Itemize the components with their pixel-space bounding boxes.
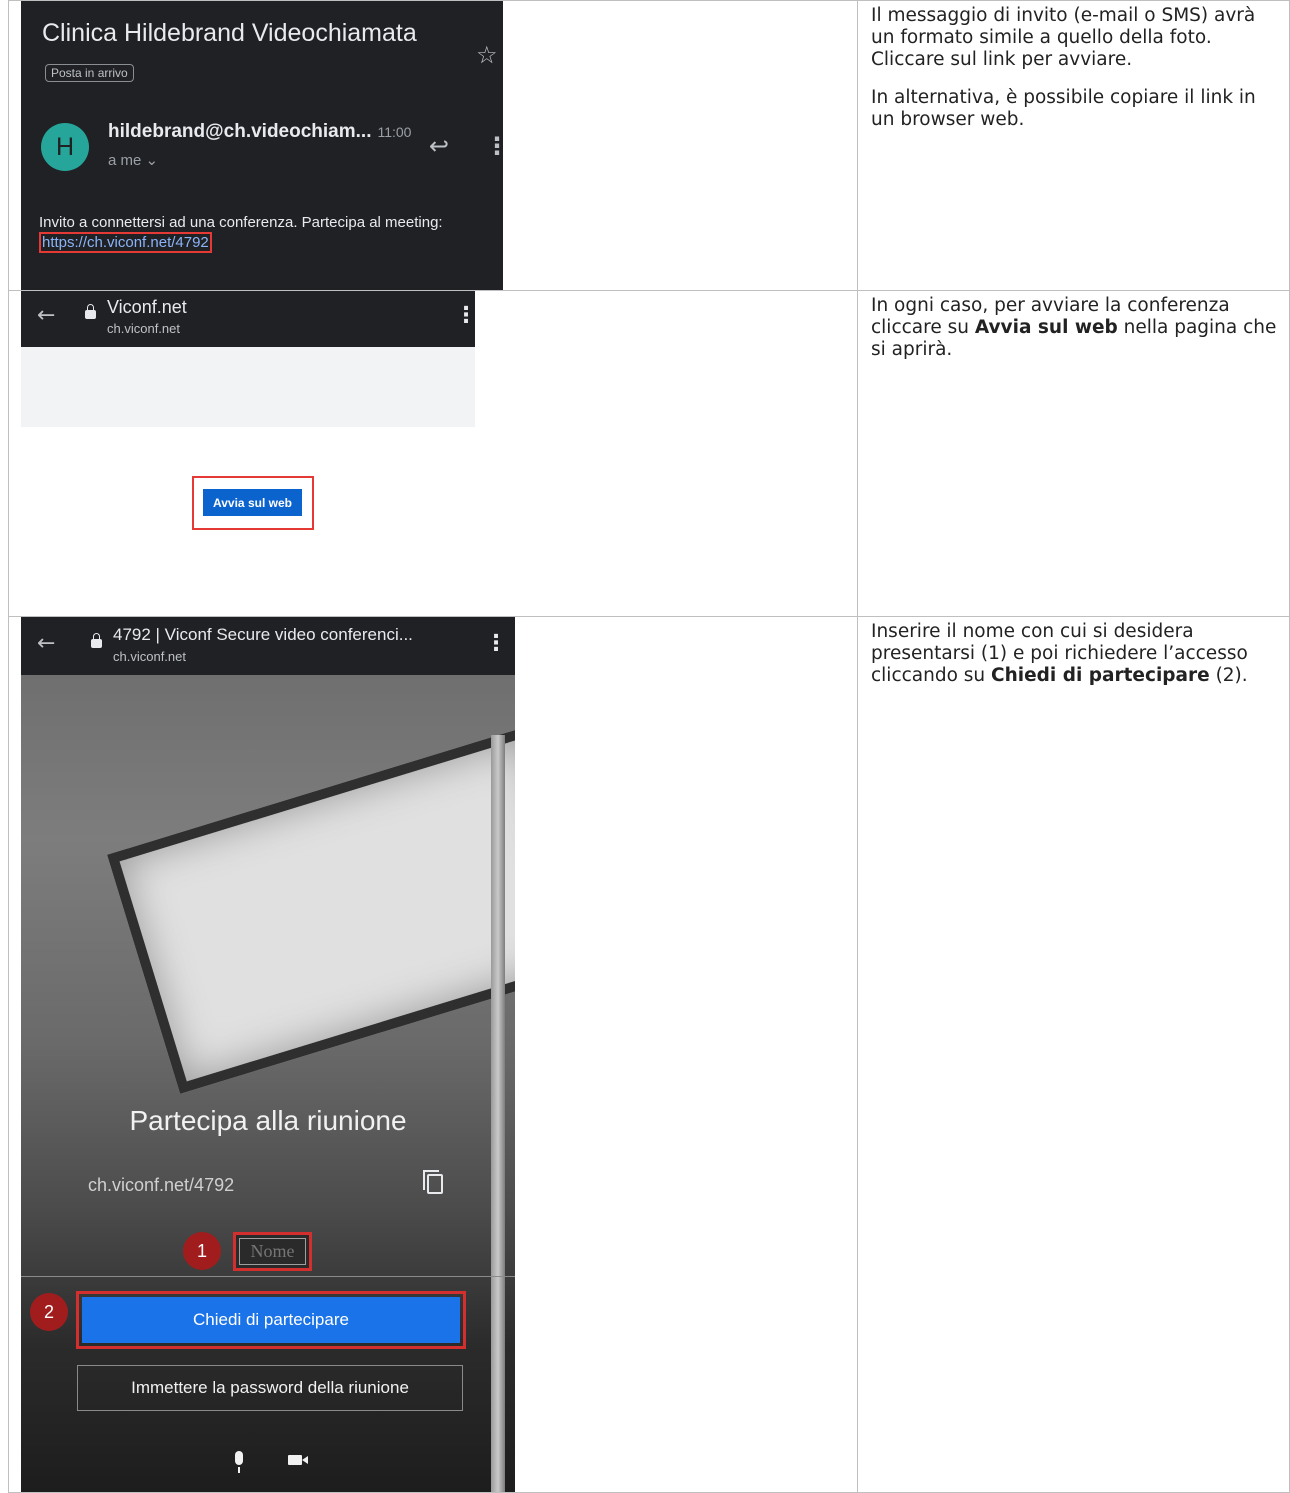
more-options-icon[interactable]: ⋮ [455,303,477,328]
lock-icon [85,304,96,319]
lock-icon [91,633,102,648]
email-body: Invito a connettersi ad una conferenza. … [39,214,443,231]
back-arrow-icon[interactable]: ← [37,631,55,656]
reply-icon[interactable]: ↩ [429,132,449,160]
name-input[interactable] [239,1238,306,1265]
instruction-bold: Chiedi di partecipare [991,665,1210,686]
screenshot-cell: ← 4792 | Viconf Secure video conferenci.… [8,616,858,1493]
join-heading: Partecipa alla riunione [129,1105,407,1136]
divider [21,1276,515,1277]
enter-password-button[interactable]: Immettere la password della riunione [77,1365,463,1411]
recipient-line[interactable]: a me ⌄ [108,151,158,169]
camera-icon[interactable] [288,1455,308,1465]
microphone-icon[interactable] [235,1451,243,1473]
page-url: ch.viconf.net [107,321,180,336]
instruction-cell: Inserire il nome con cui si desidera pre… [857,616,1290,1493]
camera-scene-panel [107,726,515,1094]
sender-address: hildebrand@ch.videochiam... [108,121,372,142]
step-badge: 1 [183,1232,221,1270]
instruction-text: Inserire il nome con cui si desidera pre… [858,621,1289,687]
meeting-screenshot: ← 4792 | Viconf Secure video conferenci.… [9,617,857,1492]
instruction-text-part: (2). [1209,665,1248,686]
instruction-cell: In ogni caso, per avviare la conferenza … [857,290,1290,617]
instruction-text: In ogni caso, per avviare la conferenza … [858,295,1289,361]
page-url: ch.viconf.net [113,649,186,664]
email-time: 11:00 [377,124,412,140]
browser-bar: ← Viconf.net ch.viconf.net ⋮ [21,291,477,347]
instruction-text: Il messaggio di invito (e-mail o SMS) av… [871,5,1256,70]
email-screenshot: Clinica Hildebrand Videochiamata ☆ Posta… [21,1,503,290]
instruction-text: In alternativa, è possibile copiare il l… [871,87,1256,130]
sender-line: hildebrand@ch.videochiam... 11:00 [108,121,411,143]
recipient-label: a me [108,152,142,169]
instruction-table: Clinica Hildebrand Videochiamata ☆ Posta… [8,0,1290,1493]
back-arrow-icon[interactable]: ← [37,303,55,328]
highlight-frame [233,1232,312,1271]
start-web-button[interactable]: Avvia sul web [203,489,302,516]
copy-icon[interactable] [423,1170,443,1194]
chevron-down-icon: ⌄ [145,152,159,169]
star-icon[interactable]: ☆ [476,41,498,69]
highlight-frame: Chiedi di partecipare [76,1291,466,1349]
email-subject: Clinica Hildebrand Videochiamata [42,19,417,47]
highlight-frame: Avvia sul web [192,476,314,530]
screenshot-cell: Clinica Hildebrand Videochiamata ☆ Posta… [8,0,858,291]
meeting-url: ch.viconf.net/4792 [88,1175,235,1195]
meeting-view: ← 4792 | Viconf Secure video conferenci.… [21,617,515,1492]
page-title: 4792 | Viconf Secure video conferenci... [113,625,413,644]
page-title: Viconf.net [107,297,187,317]
more-options-icon[interactable]: ⋮ [485,631,507,656]
landing-screenshot: ← Viconf.net ch.viconf.net ⋮ Avvia sul w… [9,291,857,616]
meeting-link[interactable]: https://ch.viconf.net/4792 [39,232,212,253]
more-options-icon[interactable]: ⋮ [485,132,503,160]
page-header-area [21,347,475,427]
browser-bar: ← 4792 | Viconf Secure video conferenci.… [21,617,515,675]
table-row: ← Viconf.net ch.viconf.net ⋮ Avvia sul w… [8,290,1290,617]
table-row: Clinica Hildebrand Videochiamata ☆ Posta… [8,0,1290,291]
instruction-bold: Avvia sul web [974,317,1118,338]
instruction-cell: Il messaggio di invito (e-mail o SMS) av… [857,0,1290,291]
avatar: H [41,123,89,171]
step-badge: 2 [30,1293,68,1331]
inbox-label: Posta in arrivo [45,64,134,82]
screenshot-cell: ← Viconf.net ch.viconf.net ⋮ Avvia sul w… [8,290,858,617]
table-row: ← 4792 | Viconf Secure video conferenci.… [8,616,1290,1493]
ask-to-join-button[interactable]: Chiedi di partecipare [82,1297,460,1343]
